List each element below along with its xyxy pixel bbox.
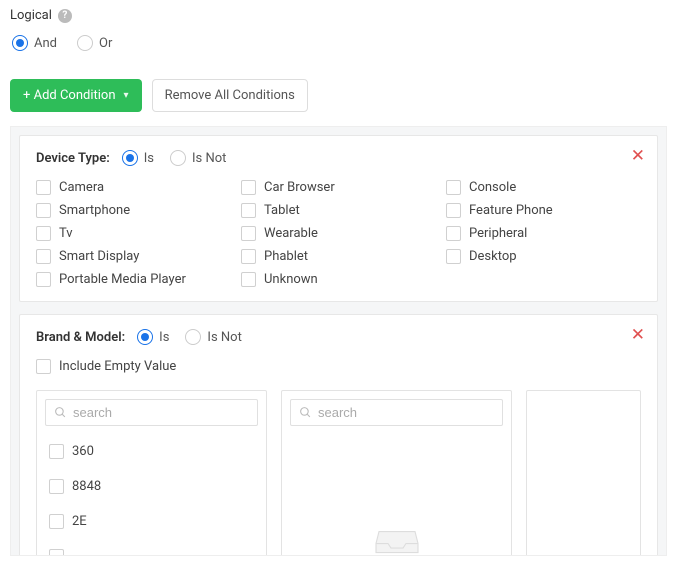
isnot-label: Is Not [207, 330, 241, 345]
list-item[interactable] [45, 539, 254, 556]
device-opt-peripheral[interactable]: Peripheral [446, 226, 641, 241]
inbox-icon [373, 516, 421, 556]
brand-search-input[interactable] [73, 405, 249, 420]
device-opt-desktop[interactable]: Desktop [446, 249, 641, 264]
logical-section-label: Logical [10, 8, 52, 23]
model-search-input[interactable] [318, 405, 494, 420]
device-type-isnot-radio[interactable]: Is Not [170, 150, 226, 166]
device-opt-label: Car Browser [264, 180, 335, 195]
device-opt-wearable[interactable]: Wearable [241, 226, 436, 241]
device-opt-console[interactable]: Console [446, 180, 641, 195]
device-opt-label: Smart Display [59, 249, 139, 264]
logical-or-radio[interactable]: Or [77, 35, 112, 51]
conditions-scroll-area[interactable]: ✕ Device Type: Is Is Not Camera Car Brow… [10, 126, 667, 556]
device-opt-label: Console [469, 180, 516, 195]
search-icon [54, 406, 67, 419]
include-empty-checkbox[interactable] [36, 359, 51, 374]
brand-search[interactable] [45, 399, 258, 426]
device-opt-label: Phablet [264, 249, 308, 264]
device-opt-pmp[interactable]: Portable Media Player [36, 272, 231, 287]
device-opt-label: Feature Phone [469, 203, 553, 218]
brand-model-isnot-radio[interactable]: Is Not [185, 329, 241, 345]
logical-radio-group: And Or [10, 35, 667, 51]
logical-and-radio[interactable]: And [12, 35, 57, 51]
brand-item-label: 8848 [72, 479, 101, 494]
device-opt-smart-display[interactable]: Smart Display [36, 249, 231, 264]
device-type-title: Device Type: [36, 151, 110, 166]
device-opt-smartphone[interactable]: Smartphone [36, 203, 231, 218]
selection-panel [526, 390, 641, 556]
device-opt-phablet[interactable]: Phablet [241, 249, 436, 264]
brand-list[interactable]: 360 8848 2E [45, 434, 258, 556]
isnot-label: Is Not [192, 151, 226, 166]
device-opt-label: Portable Media Player [59, 272, 186, 287]
is-label: Is [159, 330, 169, 345]
logical-or-label: Or [99, 36, 112, 51]
brand-model-title: Brand & Model: [36, 330, 125, 345]
is-label: Is [144, 151, 154, 166]
device-opt-camera[interactable]: Camera [36, 180, 231, 195]
list-item[interactable]: 2E [45, 504, 254, 539]
model-panel: No Data [281, 390, 512, 556]
chevron-down-icon: ▾ [124, 90, 129, 101]
device-opt-label: Tablet [264, 203, 300, 218]
close-icon[interactable]: ✕ [631, 146, 645, 166]
add-condition-label: + Add Condition [23, 88, 116, 103]
logical-and-label: And [34, 36, 57, 51]
brand-item-label: 360 [72, 444, 94, 459]
add-condition-button[interactable]: + Add Condition ▾ [10, 79, 142, 112]
device-type-is-radio[interactable]: Is [122, 150, 154, 166]
list-item[interactable]: 360 [45, 434, 254, 469]
brand-model-is-radio[interactable]: Is [137, 329, 169, 345]
device-opt-car-browser[interactable]: Car Browser [241, 180, 436, 195]
brand-model-card: ✕ Brand & Model: Is Is Not Include Empty… [19, 314, 658, 556]
brand-item-label: 2E [72, 514, 87, 529]
brand-panel: 360 8848 2E [36, 390, 267, 556]
model-search[interactable] [290, 399, 503, 426]
device-opt-unknown[interactable]: Unknown [241, 272, 436, 287]
device-opt-feature-phone[interactable]: Feature Phone [446, 203, 641, 218]
device-opt-label: Smartphone [59, 203, 130, 218]
help-icon[interactable]: ? [58, 9, 72, 23]
device-opt-label: Tv [59, 226, 73, 241]
device-opt-tablet[interactable]: Tablet [241, 203, 436, 218]
remove-all-conditions-button[interactable]: Remove All Conditions [152, 79, 308, 112]
device-opt-label: Peripheral [469, 226, 527, 241]
device-opt-label: Unknown [264, 272, 318, 287]
device-opt-label: Desktop [469, 249, 517, 264]
device-opt-label: Camera [59, 180, 104, 195]
close-icon[interactable]: ✕ [631, 325, 645, 345]
device-opt-tv[interactable]: Tv [36, 226, 231, 241]
device-opt-label: Wearable [264, 226, 318, 241]
list-item[interactable]: 8848 [45, 469, 254, 504]
device-type-card: ✕ Device Type: Is Is Not Camera Car Brow… [19, 135, 658, 302]
search-icon [299, 406, 312, 419]
remove-all-conditions-label: Remove All Conditions [165, 88, 295, 103]
include-empty-label: Include Empty Value [59, 359, 176, 374]
